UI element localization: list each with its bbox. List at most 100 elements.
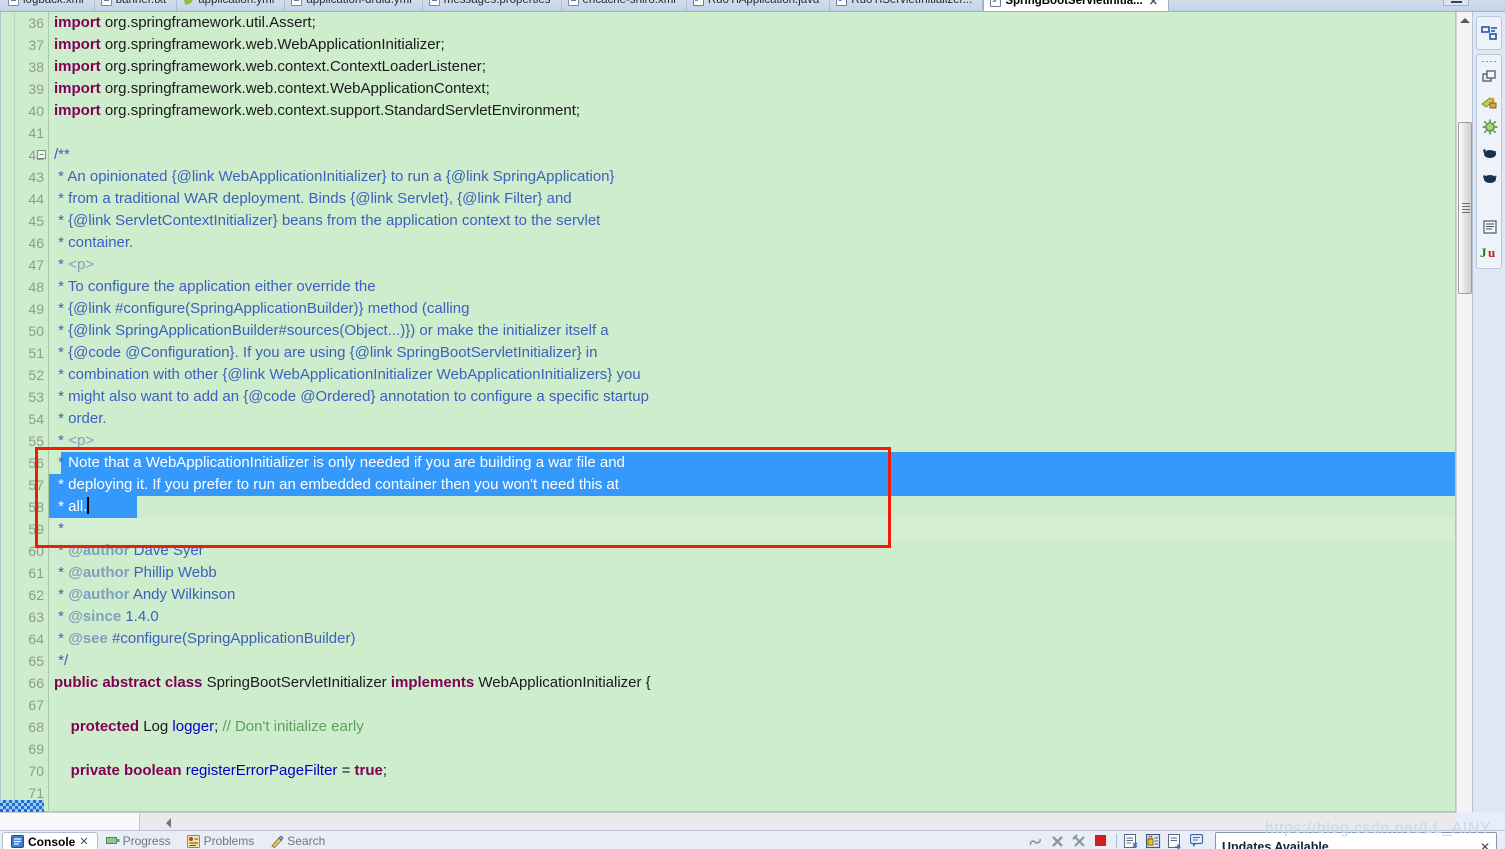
bottom-tab-close-icon[interactable]: ✕ [79,835,88,848]
source-code-area[interactable]: import org.springframework.util.Assert; i… [49,12,1455,811]
line-number: 61 [28,565,44,581]
package-explorer-icon[interactable] [1477,90,1502,114]
line-number: 51 [28,345,44,361]
display-selected-console-icon[interactable] [1189,833,1205,849]
terminate-icon[interactable] [1094,834,1109,849]
code-line[interactable]: import org.springframework.web.WebApplic… [49,34,1455,56]
code-line[interactable]: */ [49,650,1455,672]
code-line[interactable]: public abstract class SpringBootServletI… [49,672,1455,694]
code-line[interactable]: /** [49,144,1455,166]
code-line[interactable]: import org.springframework.web.context.W… [49,78,1455,100]
bottom-tab-console[interactable]: Console ✕ [2,832,98,849]
code-token: @author [68,542,130,559]
code-line[interactable]: import org.springframework.web.context.s… [49,100,1455,122]
bottom-tab-search[interactable]: Search [262,832,333,849]
remove-launch-icon[interactable] [1050,834,1065,849]
line-number: 46 [28,235,44,251]
line-number: 66 [28,675,44,691]
code-token: import [54,102,105,119]
code-line[interactable]: * from a traditional WAR deployment. Bin… [49,188,1455,210]
editor-tab-2[interactable]: application.yml [177,0,286,11]
window-minimize-button[interactable] [1443,0,1469,6]
bottom-tab-progress[interactable]: Progress [98,832,179,849]
code-line[interactable]: import org.springframework.web.context.C… [49,56,1455,78]
code-line[interactable]: * {@link SpringApplicationBuilder#source… [49,320,1455,342]
overview-ruler-marker [0,800,44,812]
code-line[interactable] [49,122,1455,144]
spring-explorer-icon[interactable] [1477,115,1502,139]
line-number: 68 [28,719,44,735]
code-line[interactable]: * @since 1.4.0 [49,606,1455,628]
code-line[interactable]: protected Log logger; // Don't initializ… [49,716,1455,738]
scroll-up-arrow-icon[interactable] [1460,18,1470,23]
scroll-left-arrow-icon[interactable] [166,818,171,828]
vertical-scroll-thumb[interactable] [1458,122,1472,294]
annotation-ruler[interactable] [1,12,15,811]
code-token: public abstract class [54,674,207,691]
code-line[interactable]: * <p> [49,254,1455,276]
toolbar-separator [1116,834,1117,848]
code-line[interactable]: * order. [49,408,1455,430]
code-line[interactable] [49,738,1455,760]
csdn-watermark: https://blog.csdn.net/LL_AINY [1264,820,1491,837]
editor-tab-5[interactable]: ehcache-shiro.xml [562,0,687,11]
terminate-all-icon[interactable] [1028,834,1043,849]
scroll-lock-icon[interactable] [1145,833,1161,849]
code-line[interactable]: * @author Dave Syer [49,540,1455,562]
editor-tab-3[interactable]: application-druid.yml [285,0,423,11]
database-icon[interactable] [1477,190,1502,214]
line-number: 56 [28,455,44,471]
code-line[interactable]: * {@link ServletContextInitializer} bean… [49,210,1455,232]
code-line[interactable]: import org.springframework.util.Assert; [49,12,1455,34]
editor-horizontal-scrollbar[interactable] [0,812,1456,830]
editor-tab-8[interactable]: SpringBootServletInitia... ✕ [983,0,1169,11]
code-line[interactable]: * Note that a WebApplicationInitializer … [49,452,1455,474]
editor-tab-label: RuoYiServletInitializer... [851,0,973,6]
remove-all-launches-icon[interactable] [1072,833,1087,849]
line-number: 38 [28,59,44,75]
junit-view-icon[interactable]: Ju [1477,240,1502,264]
editor-tab-7[interactable]: RuoYiServletInitializer... [830,0,984,11]
data-source-explorer-icon[interactable] [1477,165,1502,189]
editor-tab-4[interactable]: messages.properties [423,0,562,11]
code-line[interactable]: * <p> [49,430,1455,452]
code-line[interactable]: * container. [49,232,1455,254]
outline-view-icon[interactable] [1477,21,1502,45]
code-line[interactable] [49,782,1455,804]
code-line[interactable]: * {@code @Configuration}. If you are usi… [49,342,1455,364]
code-line[interactable]: * combination with other {@link WebAppli… [49,364,1455,386]
code-line[interactable]: * @author Phillip Webb [49,562,1455,584]
code-line-text: import org.springframework.web.WebApplic… [49,36,445,53]
bottom-tab-problems[interactable]: Problems [179,832,263,849]
code-line[interactable]: * might also want to add an {@code @Orde… [49,386,1455,408]
editor-tab-label: SpringBootServletInitia... [1005,0,1143,7]
code-line[interactable]: private boolean registerErrorPageFilter … [49,760,1455,782]
editor-tab-label: application-druid.yml [306,0,412,6]
code-token: Andy Wilkinson [129,586,236,603]
view-rail-group-1: Ju [1476,54,1502,269]
editor-tab-close-icon[interactable]: ✕ [1149,0,1158,8]
editor-vertical-scrollbar[interactable] [1456,12,1472,812]
code-line[interactable]: * deploying it. If you prefer to run an … [49,474,1455,496]
code-line[interactable] [49,694,1455,716]
code-line[interactable]: * @see #configure(SpringApplicationBuild… [49,628,1455,650]
restore-view-icon[interactable] [1477,65,1502,89]
line-number: 47 [28,257,44,273]
editor-tab-6[interactable]: RuoYiApplication.java [687,0,831,11]
code-editor[interactable]: 36373839404142−4344454647484950515253545… [0,12,1456,812]
code-line[interactable]: * To configure the application either ov… [49,276,1455,298]
editor-tab-1[interactable]: banner.txt [95,0,178,11]
code-line[interactable]: * {@link #configure(SpringApplicationBui… [49,298,1455,320]
editor-tab-0[interactable]: logback.xml [2,0,95,11]
code-line[interactable]: * all. [49,496,1455,518]
task-list-icon[interactable] [1477,215,1502,239]
code-fold-toggle-icon[interactable]: − [37,150,46,159]
editor-tab-bar: logback.xml banner.txt application.yml appl… [0,0,1505,12]
pin-console-icon[interactable] [1168,833,1183,849]
code-line[interactable]: * [49,518,1455,540]
debug-view-icon[interactable] [1477,140,1502,164]
notification-close-icon[interactable]: ✕ [1480,840,1490,849]
open-console-icon[interactable] [1124,833,1139,849]
code-line[interactable]: * @author Andy Wilkinson [49,584,1455,606]
code-line[interactable]: * An opinionated {@link WebApplicationIn… [49,166,1455,188]
